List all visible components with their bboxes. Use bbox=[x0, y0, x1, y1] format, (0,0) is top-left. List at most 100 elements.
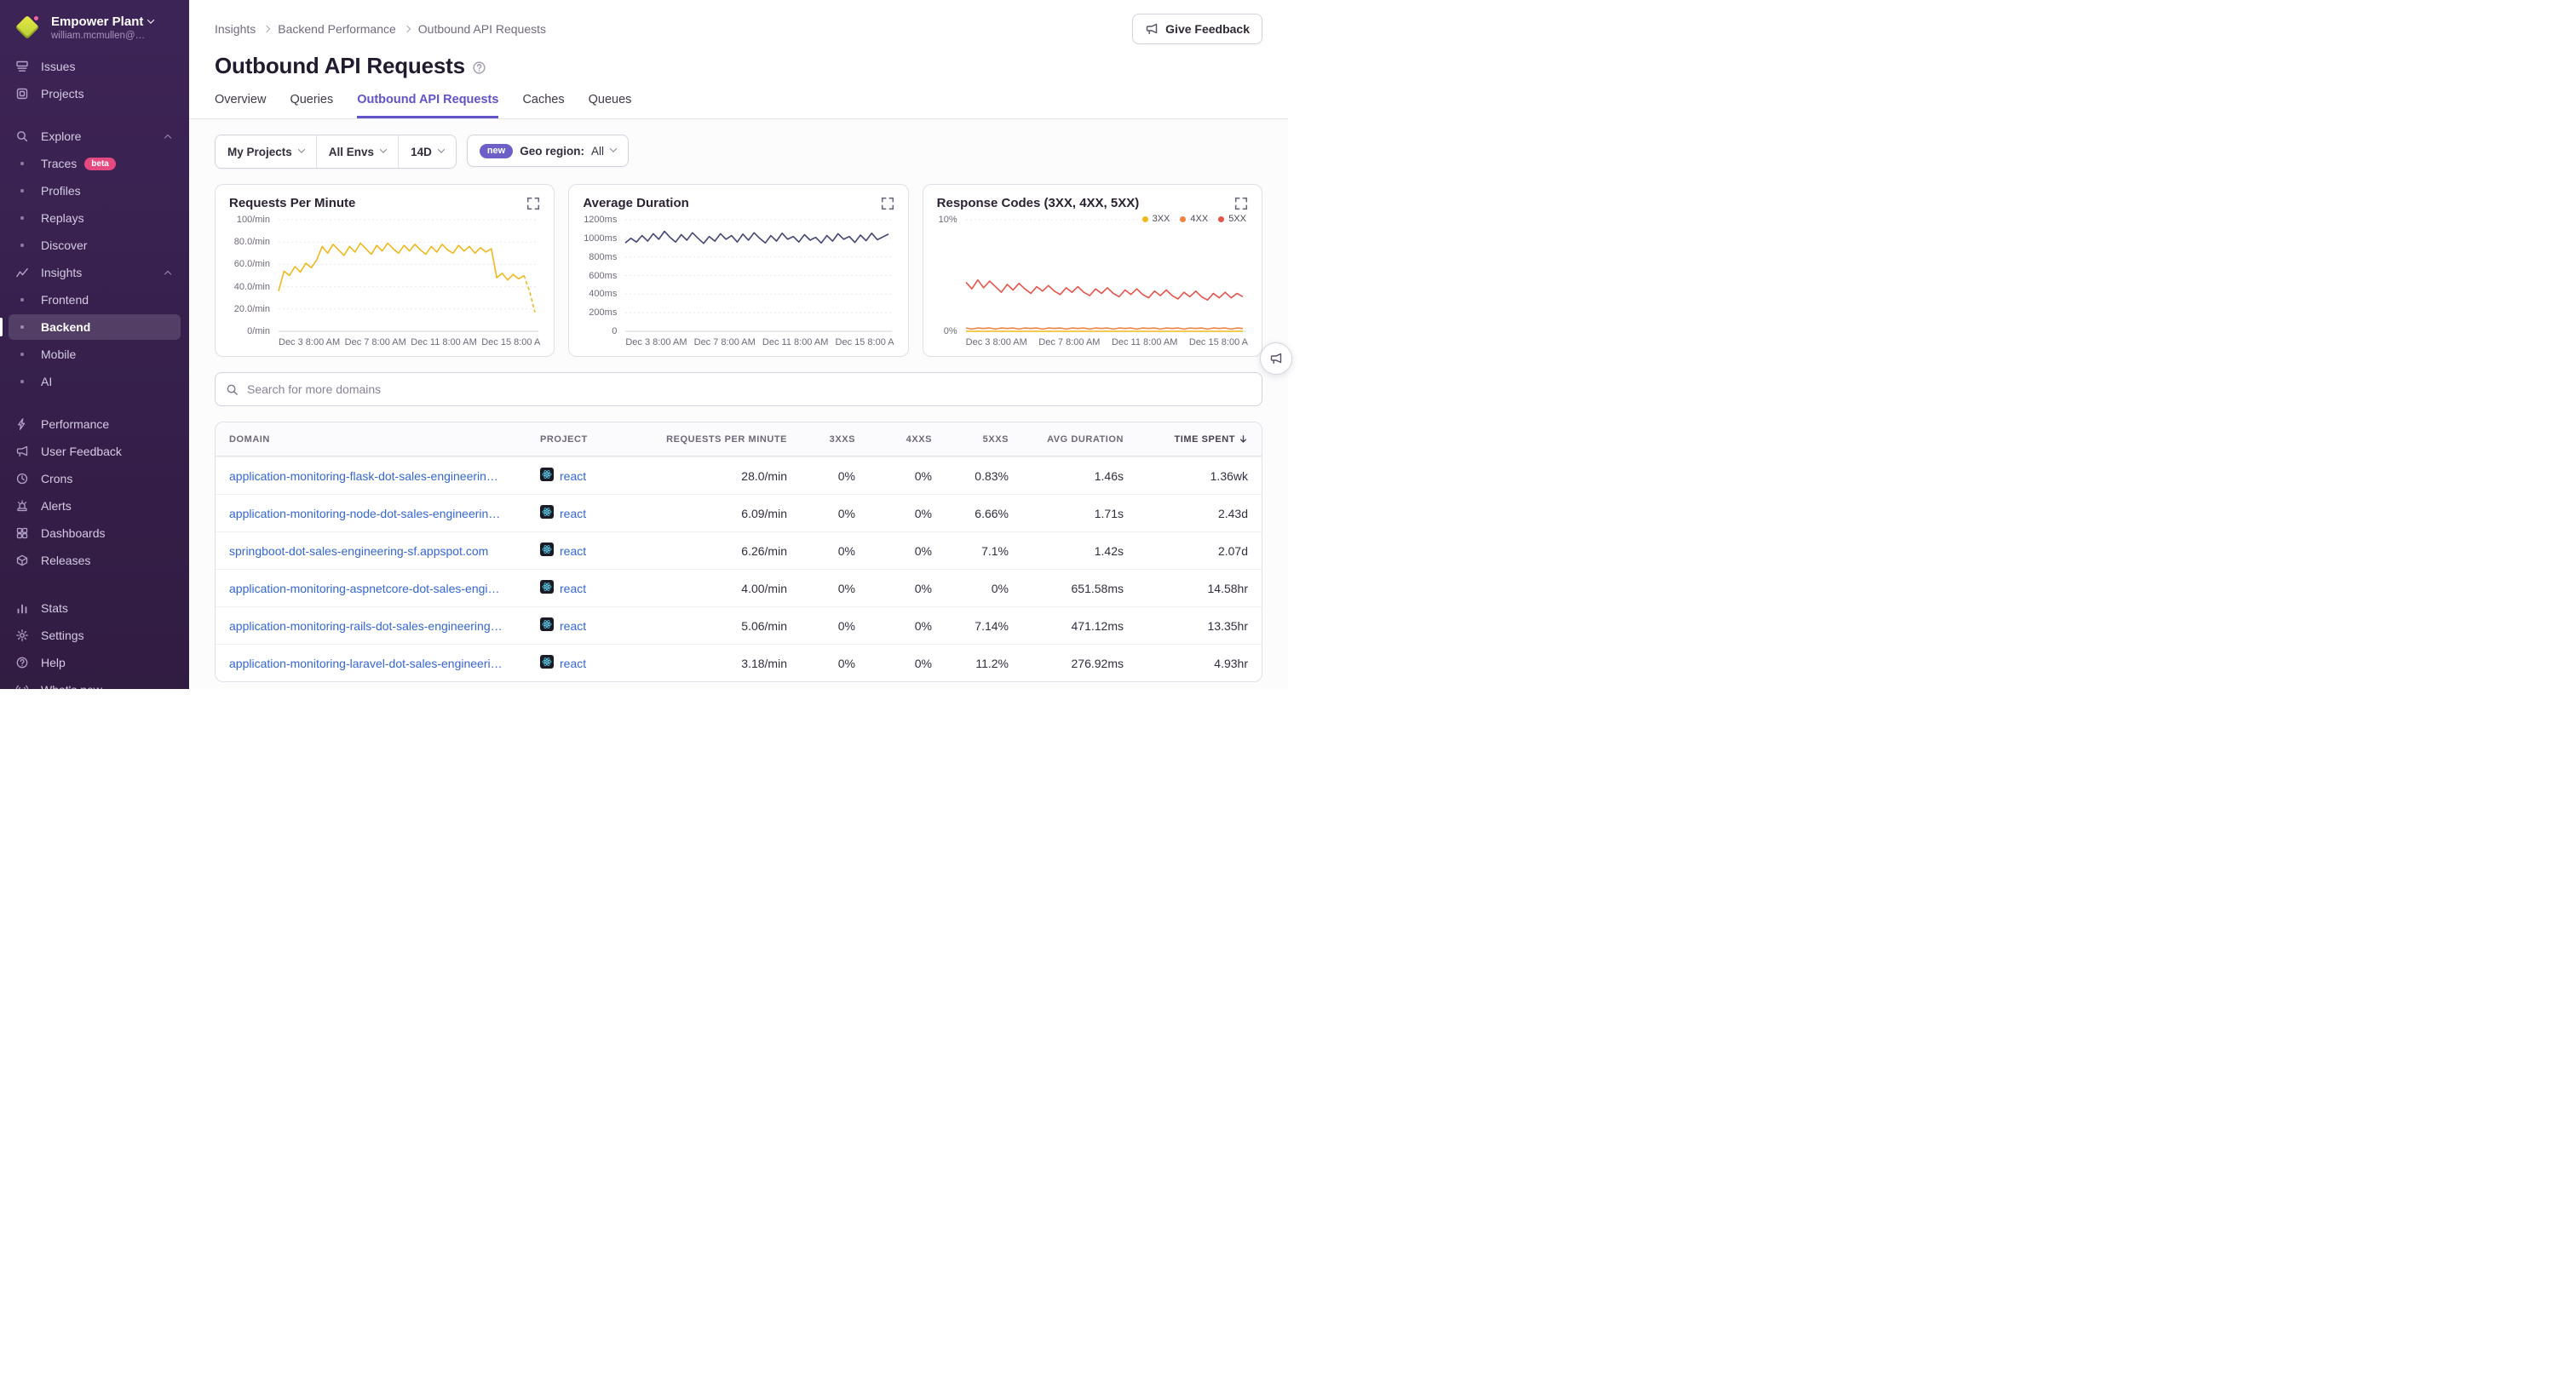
give-feedback-button[interactable]: Give Feedback bbox=[1132, 14, 1262, 44]
time-spent-cell[interactable]: 14.58hr bbox=[1124, 582, 1248, 595]
project-link[interactable]: react bbox=[560, 619, 586, 633]
sidebar-item-discover[interactable]: Discover bbox=[9, 233, 181, 258]
col-avg-duration[interactable]: AVG DURATION bbox=[1009, 434, 1124, 445]
col-3xxs[interactable]: 3XXS bbox=[787, 434, 855, 445]
search-icon bbox=[15, 129, 29, 143]
project-link[interactable]: react bbox=[560, 507, 586, 520]
sidebar-item-replays[interactable]: Replays bbox=[9, 205, 181, 231]
sidebar-item-label: Mobile bbox=[41, 347, 76, 361]
sidebar-item-profiles[interactable]: Profiles bbox=[9, 178, 181, 204]
table-row[interactable]: application-monitoring-node-dot-sales-en… bbox=[216, 494, 1262, 531]
col-project[interactable]: PROJECT bbox=[540, 434, 630, 445]
expand-icon[interactable] bbox=[1234, 197, 1248, 210]
sidebar-item-frontend[interactable]: Frontend bbox=[9, 287, 181, 313]
table-row[interactable]: application-monitoring-flask-dot-sales-e… bbox=[216, 456, 1262, 494]
project-link[interactable]: react bbox=[560, 657, 586, 670]
sidebar-item-help[interactable]: Help bbox=[9, 650, 181, 675]
sidebar-item-settings[interactable]: Settings bbox=[9, 623, 181, 648]
time-spent-cell[interactable]: 4.93hr bbox=[1124, 657, 1248, 670]
table-row[interactable]: springboot-dot-sales-engineering-sf.apps… bbox=[216, 531, 1262, 569]
time-spent-cell[interactable]: 1.36wk bbox=[1124, 469, 1248, 483]
time-spent-cell[interactable]: 2.07d bbox=[1124, 544, 1248, 558]
legend-item[interactable]: 5XX bbox=[1218, 214, 1246, 224]
domain-link[interactable]: application-monitoring-rails-dot-sales-e… bbox=[229, 619, 503, 633]
react-project-icon bbox=[540, 505, 554, 521]
col-requests-per-minute[interactable]: REQUESTS PER MINUTE bbox=[630, 434, 787, 445]
sidebar-item-issues[interactable]: Issues bbox=[9, 54, 181, 79]
domain-link[interactable]: application-monitoring-flask-dot-sales-e… bbox=[229, 469, 498, 483]
environment-filter[interactable]: All Envs bbox=[316, 135, 398, 168]
sidebar-item-dashboards[interactable]: Dashboards bbox=[9, 520, 181, 546]
project-filter[interactable]: My Projects bbox=[216, 135, 316, 168]
package-icon bbox=[15, 554, 29, 567]
bar-chart-icon bbox=[15, 601, 29, 615]
tab-queues[interactable]: Queues bbox=[589, 93, 632, 118]
4xx-cell: 0% bbox=[855, 469, 932, 483]
col-5xxs[interactable]: 5XXS bbox=[932, 434, 1009, 445]
expand-icon[interactable] bbox=[881, 197, 894, 210]
table-row[interactable]: application-monitoring-laravel-dot-sales… bbox=[216, 644, 1262, 681]
expand-icon[interactable] bbox=[526, 197, 540, 210]
breadcrumb-backend-performance[interactable]: Backend Performance bbox=[278, 22, 396, 36]
sidebar-item-mobile[interactable]: Mobile bbox=[9, 342, 181, 367]
sidebar-item-backend[interactable]: Backend bbox=[9, 314, 181, 340]
help-icon[interactable] bbox=[472, 60, 486, 75]
sidebar-item-traces[interactable]: Traces beta bbox=[9, 151, 181, 176]
sidebar-item-alerts[interactable]: Alerts bbox=[9, 493, 181, 519]
feedback-floating-button[interactable] bbox=[1260, 342, 1292, 375]
tab-queries[interactable]: Queries bbox=[290, 93, 333, 118]
megaphone-icon bbox=[15, 445, 29, 458]
sidebar-item-user-feedback[interactable]: User Feedback bbox=[9, 439, 181, 464]
time-spent-cell[interactable]: 13.35hr bbox=[1124, 619, 1248, 633]
sidebar-item-releases[interactable]: Releases bbox=[9, 548, 181, 573]
sidebar-section-insights[interactable]: Insights bbox=[9, 260, 181, 285]
sidebar-item-performance[interactable]: Performance bbox=[9, 411, 181, 437]
domain-link[interactable]: application-monitoring-aspnetcore-dot-sa… bbox=[229, 582, 500, 595]
sidebar-item-whats-new[interactable]: What's new bbox=[9, 677, 181, 689]
rpm-cell: 4.00/min bbox=[630, 582, 787, 595]
domain-link[interactable]: springboot-dot-sales-engineering-sf.apps… bbox=[229, 544, 488, 558]
project-link[interactable]: react bbox=[560, 544, 586, 558]
time-spent-cell[interactable]: 2.43d bbox=[1124, 507, 1248, 520]
react-project-icon bbox=[540, 580, 554, 596]
sidebar-item-label: Insights bbox=[41, 266, 82, 279]
project-link[interactable]: react bbox=[560, 469, 586, 483]
col-domain[interactable]: DOMAIN bbox=[229, 434, 540, 445]
3xx-cell: 0% bbox=[787, 469, 855, 483]
sidebar-item-label: Alerts bbox=[41, 499, 72, 513]
table-row[interactable]: application-monitoring-aspnetcore-dot-sa… bbox=[216, 569, 1262, 606]
sidebar-item-projects[interactable]: Projects bbox=[9, 81, 181, 106]
bullet-icon bbox=[15, 380, 29, 383]
sidebar-item-stats[interactable]: Stats bbox=[9, 595, 181, 621]
tab-overview[interactable]: Overview bbox=[215, 93, 266, 118]
sidebar-item-label: Help bbox=[41, 656, 66, 669]
3xx-cell: 0% bbox=[787, 507, 855, 520]
bullet-icon bbox=[15, 189, 29, 192]
org-switcher[interactable]: Empower Plant william.mcmullen@… bbox=[0, 0, 189, 53]
tab-caches[interactable]: Caches bbox=[522, 93, 564, 118]
legend-item[interactable]: 4XX bbox=[1180, 214, 1208, 224]
4xx-cell: 0% bbox=[855, 544, 932, 558]
col-time-spent[interactable]: TIME SPENT bbox=[1124, 434, 1248, 445]
sidebar-item-label: Profiles bbox=[41, 184, 81, 198]
col-4xxs[interactable]: 4XXS bbox=[855, 434, 932, 445]
x-tick-label: Dec 11 8:00 AM bbox=[1112, 337, 1177, 347]
sidebar-item-ai[interactable]: AI bbox=[9, 369, 181, 394]
date-range-filter[interactable]: 14D bbox=[398, 135, 456, 168]
breadcrumb-insights[interactable]: Insights bbox=[215, 22, 256, 36]
table-row[interactable]: application-monitoring-rails-dot-sales-e… bbox=[216, 606, 1262, 644]
sidebar-item-crons[interactable]: Crons bbox=[9, 466, 181, 491]
domain-link[interactable]: application-monitoring-laravel-dot-sales… bbox=[229, 657, 503, 670]
domain-link[interactable]: application-monitoring-node-dot-sales-en… bbox=[229, 507, 500, 520]
domain-search[interactable] bbox=[215, 372, 1262, 406]
avg-duration-cell: 1.42s bbox=[1009, 544, 1124, 558]
5xx-cell: 0.83% bbox=[932, 469, 1009, 483]
geo-region-filter[interactable]: new Geo region: All bbox=[467, 135, 629, 167]
search-input[interactable] bbox=[247, 382, 1251, 396]
sidebar-section-explore[interactable]: Explore bbox=[9, 123, 181, 149]
tab-outbound-api-requests[interactable]: Outbound API Requests bbox=[357, 93, 498, 118]
page-title: Outbound API Requests bbox=[215, 53, 465, 79]
legend-item[interactable]: 3XX bbox=[1142, 214, 1170, 224]
chart-legend: 3XX 4XX 5XX bbox=[1142, 214, 1246, 224]
project-link[interactable]: react bbox=[560, 582, 586, 595]
